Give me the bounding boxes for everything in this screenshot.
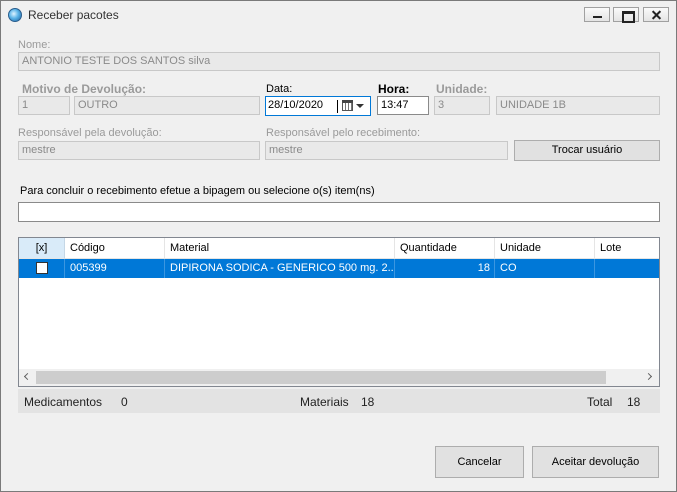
col-header-select[interactable]: [x] (19, 238, 65, 259)
resp-recebimento-field: mestre (265, 141, 508, 160)
trocar-usuario-button[interactable]: Trocar usuário (514, 140, 660, 161)
close-button[interactable] (643, 7, 669, 22)
unidade-code-field: 3 (434, 96, 490, 115)
materiais-count: 18 (361, 395, 375, 409)
minimize-button[interactable] (584, 7, 610, 22)
app-icon (8, 8, 22, 22)
quantidade-cell: 18 (395, 259, 495, 278)
chevron-down-icon (356, 104, 364, 108)
horizontal-scrollbar[interactable] (19, 369, 659, 386)
resp-devolucao-field: mestre (18, 141, 260, 160)
nome-label: Nome: (18, 39, 51, 51)
resp-recebimento-label: Responsável pelo recebimento: (266, 127, 421, 139)
scan-instruction: Para concluir o recebimento efetue a bip… (20, 185, 375, 197)
unidade-field: UNIDADE 1B (496, 96, 660, 115)
lote-cell (595, 259, 659, 278)
maximize-button[interactable] (613, 7, 639, 23)
data-picker[interactable]: 28/10/2020 (265, 96, 371, 116)
text-cursor (337, 100, 338, 113)
select-cell[interactable] (19, 259, 65, 278)
medicamentos-label: Medicamentos (24, 395, 103, 409)
receber-pacotes-window: Receber pacotes Nome: ANTONIO TESTE DOS … (0, 0, 677, 492)
materiais-label: Materiais (300, 395, 349, 409)
col-header-codigo[interactable]: Código (65, 238, 165, 259)
scroll-left-icon[interactable] (23, 372, 32, 381)
hora-field[interactable]: 13:47 (377, 96, 429, 115)
unidade-cell: CO (495, 259, 595, 278)
total-count: 18 (627, 395, 641, 409)
codigo-cell: 005399 (65, 259, 165, 278)
motivo-code-field: 1 (18, 96, 70, 115)
items-grid[interactable]: [x] Código Material Quantidade Unidade L… (18, 237, 660, 387)
unidade-label: Unidade: (436, 82, 488, 96)
table-row[interactable]: 005399 DIPIRONA SODICA - GENERICO 500 mg… (19, 259, 659, 278)
trocar-usuario-label: Trocar usuário (551, 144, 623, 156)
material-cell: DIPIRONA SODICA - GENERICO 500 mg. 2... (165, 259, 395, 278)
data-label: Data: (266, 83, 293, 95)
maximize-icon (614, 8, 638, 23)
col-header-lote[interactable]: Lote (595, 238, 659, 259)
accept-label: Aceitar devolução (551, 456, 640, 468)
totals-bar: Medicamentos 0 Materiais 18 Total 18 (18, 389, 660, 413)
hora-label: Hora: (378, 82, 410, 96)
nome-field: ANTONIO TESTE DOS SANTOS silva (18, 52, 660, 71)
scroll-right-icon[interactable] (644, 372, 653, 381)
accept-devolucao-button[interactable]: Aceitar devolução (532, 446, 659, 478)
col-header-quantidade[interactable]: Quantidade (395, 238, 495, 259)
calendar-dropdown-button[interactable] (339, 98, 369, 114)
motivo-label: Motivo de Devolução: (22, 82, 147, 96)
medicamentos-count: 0 (121, 395, 128, 409)
cancel-label: Cancelar (457, 456, 502, 468)
total-label: Total (587, 395, 613, 409)
data-value: 28/10/2020 (268, 99, 324, 111)
close-icon (644, 8, 668, 21)
scroll-thumb[interactable] (36, 371, 606, 384)
col-header-material[interactable]: Material (165, 238, 395, 259)
resp-devolucao-label: Responsável pela devolução: (18, 127, 162, 139)
motivo-field: OUTRO (74, 96, 260, 115)
calendar-icon (342, 100, 353, 111)
cancel-button[interactable]: Cancelar (435, 446, 524, 478)
col-header-unidade[interactable]: Unidade (495, 238, 595, 259)
title-bar[interactable]: Receber pacotes (1, 1, 676, 30)
row-checkbox[interactable] (36, 262, 48, 274)
window-title: Receber pacotes (28, 8, 119, 22)
scan-input[interactable] (18, 202, 660, 222)
minimize-icon (585, 8, 609, 21)
